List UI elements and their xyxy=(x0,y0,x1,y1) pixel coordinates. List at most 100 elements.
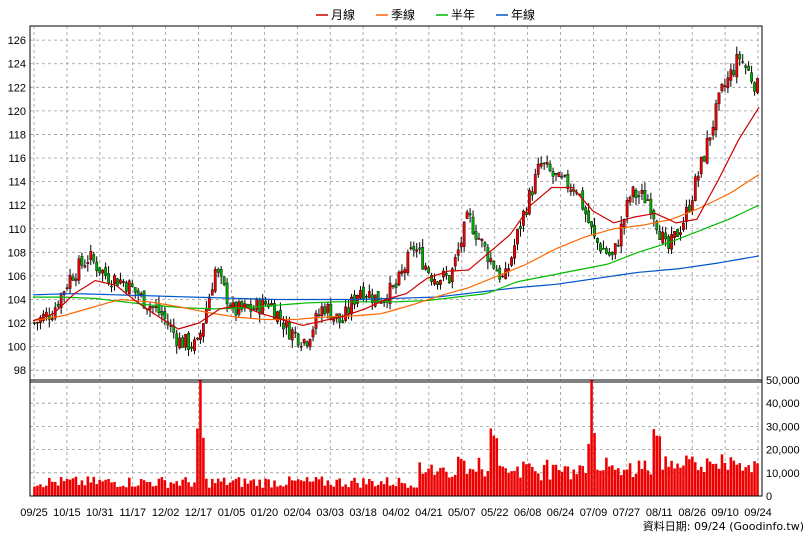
volume-bar xyxy=(128,477,131,496)
volume-bar xyxy=(510,471,513,496)
volume-bar xyxy=(616,468,620,496)
volume-bar xyxy=(738,463,742,496)
candle-up xyxy=(685,207,688,222)
candle-up xyxy=(557,172,561,178)
volume-bar xyxy=(477,457,481,496)
candle-up xyxy=(406,251,410,274)
volume-bar xyxy=(468,468,472,496)
date-tick-label: 12/17 xyxy=(185,507,213,519)
candle-up xyxy=(424,265,428,270)
volume-bar xyxy=(95,484,98,496)
volume-bar xyxy=(317,479,321,496)
date-tick-label: 10/31 xyxy=(86,507,114,519)
candle-down xyxy=(323,306,327,315)
date-tick-label: 03/18 xyxy=(349,507,377,519)
candle-down xyxy=(347,307,350,314)
candle-up xyxy=(276,311,279,322)
volume-bar xyxy=(587,443,590,496)
volume-bar xyxy=(341,486,344,496)
price-tick-label: 100 xyxy=(8,342,26,354)
stock-chart: 月線 季線 半年 年線 98 100 102 104 106 108 110 112 114 116 11… xyxy=(0,0,808,540)
candle-down xyxy=(471,216,475,235)
volume-bar xyxy=(368,478,371,496)
volume-bar xyxy=(400,482,404,496)
volume-bar xyxy=(98,479,101,496)
candle-up xyxy=(204,308,208,324)
candle-up xyxy=(308,339,312,348)
candle-down xyxy=(732,70,736,76)
candle-down xyxy=(181,337,185,348)
candle-up xyxy=(388,282,392,304)
candle-up xyxy=(735,54,739,78)
volume-bar xyxy=(122,485,125,496)
volume-bar xyxy=(593,432,596,496)
candle-up xyxy=(679,232,682,236)
candle-up xyxy=(193,339,196,351)
candle-up xyxy=(202,323,205,337)
date-tick-label: 09/25 xyxy=(20,507,48,519)
volume-bar xyxy=(291,480,294,496)
candle-down xyxy=(110,285,113,288)
volume-bar xyxy=(720,454,724,496)
volume-bar xyxy=(625,469,629,496)
candle-down xyxy=(676,229,679,238)
volume-bar xyxy=(202,437,205,496)
volume-bar xyxy=(163,480,167,496)
candle-up xyxy=(255,299,259,311)
volume-bar xyxy=(172,483,176,496)
volume-bar xyxy=(231,480,235,496)
volume-bar xyxy=(622,469,626,496)
volume-bar xyxy=(249,480,253,496)
candle-down xyxy=(747,65,751,71)
volume-bar xyxy=(104,479,107,496)
volume-bar xyxy=(379,481,383,496)
candle-up xyxy=(480,239,484,241)
date-tick-label: 08/26 xyxy=(678,507,706,519)
candle-down xyxy=(225,282,229,305)
candle-down xyxy=(305,341,309,346)
candle-down xyxy=(279,310,282,320)
volume-bar xyxy=(462,460,466,496)
volume-bar xyxy=(723,462,727,496)
candle-up xyxy=(403,269,407,273)
volume-bar xyxy=(551,464,555,496)
candle-down xyxy=(702,156,706,162)
volume-bar xyxy=(243,478,247,496)
price-tick-label: 126 xyxy=(8,35,26,47)
volume-bar xyxy=(424,472,427,496)
volume-bar xyxy=(246,483,250,496)
volume-bar xyxy=(732,460,736,496)
volume-bar xyxy=(42,487,45,496)
volume-bar xyxy=(116,486,119,496)
volume-bar xyxy=(427,468,430,496)
volume-bar xyxy=(578,465,582,496)
volume-bar xyxy=(350,480,353,496)
date-tick-label: 05/07 xyxy=(448,507,476,519)
date-tick-label: 01/05 xyxy=(218,507,246,519)
candle-up xyxy=(74,278,78,282)
volume-bar xyxy=(456,456,460,496)
candle-up xyxy=(456,249,460,256)
candle-down xyxy=(264,300,268,305)
candle-up xyxy=(326,303,330,313)
volume-bar xyxy=(222,477,226,496)
volume-bar xyxy=(676,463,679,496)
volume-bar xyxy=(679,467,682,496)
volume-bar xyxy=(320,476,324,496)
volume-bar xyxy=(542,464,546,496)
volume-bar xyxy=(359,487,362,496)
candle-down xyxy=(421,247,425,270)
candle-up xyxy=(625,199,629,218)
candle-down xyxy=(637,195,641,197)
volume-bar xyxy=(694,462,697,496)
volume-bar xyxy=(125,487,128,496)
volume-bar xyxy=(439,467,442,496)
volume-bar xyxy=(237,477,241,496)
date-tick-label: 09/10 xyxy=(711,507,739,519)
volume-bar xyxy=(699,466,703,496)
volume-bar xyxy=(323,485,327,496)
volume-bar xyxy=(735,464,739,496)
candle-down xyxy=(741,61,745,63)
candle-down xyxy=(222,276,226,285)
candle-up xyxy=(113,275,116,285)
